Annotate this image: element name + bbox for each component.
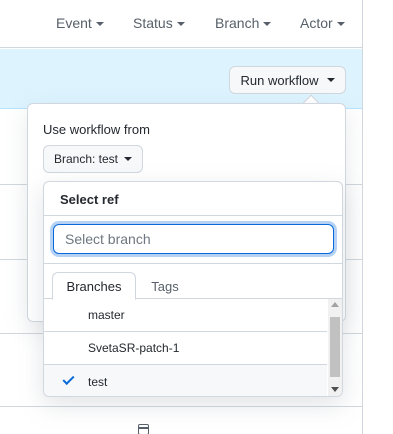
- list-item[interactable]: SvetaSR-patch-1: [44, 332, 327, 365]
- list-item[interactable]: master: [44, 299, 327, 332]
- branch-select-button[interactable]: Branch: test: [43, 145, 143, 173]
- branch-label: master: [88, 308, 125, 322]
- calendar-icon: [138, 424, 149, 434]
- status-filter-label: Status: [133, 15, 173, 31]
- check-icon: [62, 372, 75, 386]
- list-item-selected[interactable]: test: [44, 365, 327, 396]
- run-date-fragment: [138, 424, 149, 434]
- branch-search-input[interactable]: [53, 224, 334, 254]
- right-gutter: [364, 0, 393, 434]
- ref-tabs: Branches Tags: [44, 264, 342, 300]
- scroll-up-icon[interactable]: [331, 302, 339, 307]
- select-ref-header: Select ref: [44, 182, 342, 216]
- chevron-down-icon: [263, 22, 272, 26]
- scroll-thumb[interactable]: [330, 317, 340, 377]
- branch-select-label: Branch: test: [53, 152, 119, 166]
- select-ref-menu: Select ref Branches Tags master SvetaSR-…: [43, 181, 343, 397]
- filter-bar: Event Status Branch Actor: [0, 0, 362, 48]
- select-ref-title: Select ref: [60, 192, 119, 207]
- tab-tags[interactable]: Tags: [137, 272, 193, 300]
- branch-filter-label: Branch: [215, 15, 260, 31]
- chevron-down-icon: [326, 78, 335, 82]
- chevron-down-icon: [336, 22, 345, 26]
- scroll-down-icon[interactable]: [331, 387, 339, 392]
- actor-filter-label: Actor: [300, 15, 333, 31]
- actor-filter[interactable]: Actor: [300, 15, 345, 31]
- run-workflow-button[interactable]: Run workflow: [229, 66, 346, 94]
- status-filter[interactable]: Status: [133, 15, 185, 31]
- chevron-down-icon: [124, 157, 133, 161]
- chevron-down-icon: [95, 22, 104, 26]
- tab-branches[interactable]: Branches: [52, 272, 136, 300]
- event-filter-label: Event: [56, 15, 92, 31]
- use-workflow-from-label: Use workflow from: [43, 122, 150, 137]
- branch-filter[interactable]: Branch: [215, 15, 272, 31]
- workflow-runs-page: Event Status Branch Actor Run workflow U…: [0, 0, 363, 434]
- chevron-down-icon: [176, 22, 185, 26]
- branch-label: test: [88, 374, 108, 389]
- row-divider: [0, 406, 362, 407]
- scrollbar[interactable]: [328, 299, 342, 396]
- event-filter[interactable]: Event: [56, 15, 104, 31]
- branch-list: master SvetaSR-patch-1 test: [44, 299, 327, 396]
- branch-filter-wrap: [44, 216, 342, 264]
- branch-label: SvetaSR-patch-1: [88, 341, 180, 355]
- run-workflow-label: Run workflow: [240, 72, 319, 88]
